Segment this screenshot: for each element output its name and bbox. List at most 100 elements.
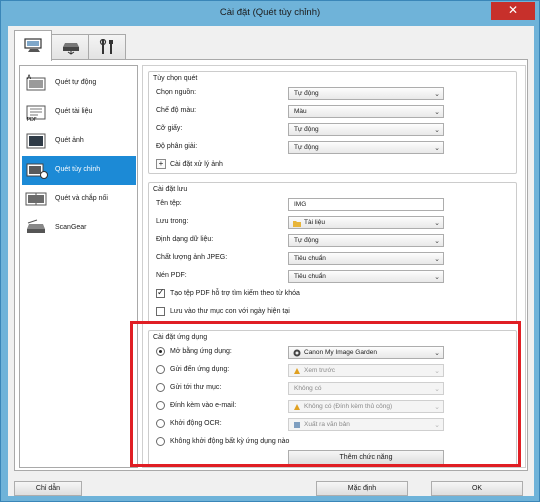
chevron-down-icon: ⌄ bbox=[434, 404, 440, 411]
data-format-value: Tự động bbox=[294, 237, 319, 244]
paper-size-value: Tự động bbox=[294, 126, 319, 133]
start-ocr-select[interactable]: Xuất ra văn bản ⌄ bbox=[288, 418, 444, 431]
paper-size-row: Cỡ giấy: Tự động ⌄ bbox=[156, 123, 511, 136]
tab-scan-settings[interactable] bbox=[14, 30, 52, 61]
chevron-down-icon: ⌄ bbox=[434, 350, 440, 357]
open-with-radio[interactable] bbox=[156, 347, 165, 356]
nav-item-scangear[interactable]: ScanGear bbox=[22, 214, 136, 243]
chevron-down-icon: ⌄ bbox=[434, 238, 440, 245]
nav-item-photo-scan[interactable]: Quét ảnh bbox=[22, 127, 136, 156]
attach-email-radio[interactable] bbox=[156, 401, 165, 410]
resolution-value: Tự động bbox=[294, 144, 319, 151]
jpeg-quality-select[interactable]: Tiêu chuẩn ⌄ bbox=[288, 252, 444, 265]
chevron-down-icon: ⌄ bbox=[434, 386, 440, 393]
save-in-row: Lưu trong: Tài liệu ⌄ bbox=[156, 216, 511, 229]
save-in-value: Tài liệu bbox=[304, 219, 325, 226]
file-name-input[interactable]: IMG bbox=[288, 198, 444, 211]
send-to-app-row: Gửi đến ứng dụng: Xem trước ⌄ bbox=[156, 364, 511, 377]
data-format-row: Định dạng dữ liệu: Tự động ⌄ bbox=[156, 234, 511, 247]
save-in-select[interactable]: Tài liệu ⌄ bbox=[288, 216, 444, 229]
attach-email-label: Đính kèm vào e-mail: bbox=[170, 402, 237, 409]
jpeg-quality-value: Tiêu chuẩn bbox=[294, 255, 326, 262]
email-app-icon bbox=[294, 404, 300, 410]
pdf-compression-row: Nén PDF: Tiêu chuẩn ⌄ bbox=[156, 270, 511, 283]
ok-button[interactable]: OK bbox=[431, 481, 523, 496]
settings-panel: A Quét tự động PDF Quét tài liệu Quét ản… bbox=[14, 59, 528, 471]
open-with-label: Mở bằng ứng dụng: bbox=[170, 348, 232, 355]
send-to-folder-select[interactable]: Không có ⌄ bbox=[288, 382, 444, 395]
start-ocr-row: Khởi động OCR: Xuất ra văn bản ⌄ bbox=[156, 418, 511, 431]
save-settings-group: Cài đặt lưu Tên tệp: IMG Lưu trong: Tài … bbox=[148, 182, 517, 323]
nav-item-label: Quét và chắp nối bbox=[55, 195, 108, 202]
photo-scan-icon bbox=[26, 133, 46, 149]
save-subfolder-checkbox[interactable] bbox=[156, 307, 165, 316]
scanner-icon bbox=[63, 43, 79, 55]
paper-size-select[interactable]: Tự động ⌄ bbox=[288, 123, 444, 136]
no-app-radio[interactable] bbox=[156, 437, 165, 446]
nav-item-stitch-scan[interactable]: Quét và chắp nối bbox=[22, 185, 136, 214]
send-to-folder-value: Không có bbox=[294, 385, 322, 392]
window-title: Cài đặt (Quét tùy chỉnh) bbox=[219, 7, 321, 18]
save-subfolder-label: Lưu vào thư mục con với ngày hiện tại bbox=[170, 308, 290, 315]
scan-options-group: Tùy chọn quét Chọn nguồn: Tự động ⌄ Chế đ… bbox=[148, 71, 517, 174]
defaults-button[interactable]: Mặc định bbox=[316, 481, 408, 496]
chevron-down-icon: ⌄ bbox=[434, 422, 440, 429]
start-ocr-radio[interactable] bbox=[156, 419, 165, 428]
send-to-app-select[interactable]: Xem trước ⌄ bbox=[288, 364, 444, 377]
file-name-value: IMG bbox=[294, 201, 307, 208]
expand-icon[interactable]: + bbox=[156, 159, 166, 169]
tab-general-settings[interactable] bbox=[88, 34, 126, 60]
nav-item-label: Quét tài liệu bbox=[55, 108, 93, 115]
scangear-icon bbox=[27, 219, 45, 233]
scan-settings-icon bbox=[24, 38, 42, 52]
chevron-down-icon: ⌄ bbox=[434, 274, 440, 281]
chevron-down-icon: ⌄ bbox=[434, 91, 440, 98]
custom-scan-icon bbox=[26, 163, 48, 179]
attach-email-value: Không có (Đính kèm thủ công) bbox=[304, 403, 393, 410]
searchable-pdf-checkbox[interactable] bbox=[156, 287, 165, 298]
tab-scanner-settings[interactable] bbox=[51, 34, 89, 60]
start-ocr-label: Khởi động OCR: bbox=[170, 420, 222, 427]
dialog-body: A Quét tự động PDF Quét tài liệu Quét ản… bbox=[8, 26, 534, 496]
send-to-app-radio[interactable] bbox=[156, 365, 165, 374]
close-button[interactable]: ✕ bbox=[491, 2, 535, 20]
chevron-down-icon: ⌄ bbox=[434, 145, 440, 152]
nav-item-label: Quét tùy chỉnh bbox=[55, 166, 101, 173]
paper-size-label: Cỡ giấy: bbox=[156, 125, 183, 132]
preview-app-icon bbox=[294, 368, 300, 374]
source-value: Tự động bbox=[294, 90, 319, 97]
open-with-row: Mở bằng ứng dụng: Canon My Image Garden ⌄ bbox=[156, 346, 511, 359]
image-garden-icon bbox=[293, 349, 301, 357]
data-format-label: Định dạng dữ liệu: bbox=[156, 236, 214, 243]
file-name-row: Tên tệp: IMG bbox=[156, 198, 511, 211]
color-mode-row: Chế độ màu: Màu ⌄ bbox=[156, 105, 511, 118]
open-with-value: Canon My Image Garden bbox=[304, 349, 377, 356]
add-function-button[interactable]: Thêm chức năng bbox=[288, 450, 444, 465]
app-settings-group: Cài đặt ứng dụng Mở bằng ứng dụng: Canon… bbox=[148, 330, 517, 466]
send-to-folder-radio[interactable] bbox=[156, 383, 165, 392]
attach-email-select[interactable]: Không có (Đính kèm thủ công) ⌄ bbox=[288, 400, 444, 413]
resolution-label: Độ phân giải: bbox=[156, 143, 198, 150]
no-app-label: Không khởi động bất kỳ ứng dụng nào bbox=[170, 438, 290, 445]
data-format-select[interactable]: Tự động ⌄ bbox=[288, 234, 444, 247]
auto-scan-icon: A bbox=[26, 74, 46, 91]
color-mode-value: Màu bbox=[294, 108, 307, 115]
document-scan-icon: PDF bbox=[26, 105, 46, 122]
pdf-compression-select[interactable]: Tiêu chuẩn ⌄ bbox=[288, 270, 444, 283]
color-mode-select[interactable]: Màu ⌄ bbox=[288, 105, 444, 118]
resolution-select[interactable]: Tự động ⌄ bbox=[288, 141, 444, 154]
stitch-scan-icon bbox=[25, 192, 47, 206]
nav-item-label: ScanGear bbox=[55, 224, 87, 231]
nav-item-auto-scan[interactable]: A Quét tự động bbox=[22, 69, 136, 98]
nav-item-custom-scan[interactable]: Quét tùy chỉnh bbox=[22, 156, 136, 185]
file-name-label: Tên tệp: bbox=[156, 200, 182, 207]
instructions-button[interactable]: Chỉ dẫn bbox=[14, 481, 82, 496]
source-select[interactable]: Tự động ⌄ bbox=[288, 87, 444, 100]
pdf-compression-label: Nén PDF: bbox=[156, 272, 187, 279]
open-with-select[interactable]: Canon My Image Garden ⌄ bbox=[288, 346, 444, 359]
settings-scroll-area: Tùy chọn quét Chọn nguồn: Tự động ⌄ Chế đ… bbox=[142, 65, 526, 468]
nav-item-document-scan[interactable]: PDF Quét tài liệu bbox=[22, 98, 136, 127]
image-processing-row[interactable]: + Cài đặt xử lý ảnh bbox=[156, 159, 511, 172]
no-app-row: Không khởi động bất kỳ ứng dụng nào bbox=[156, 436, 511, 449]
jpeg-quality-label: Chất lượng ảnh JPEG: bbox=[156, 254, 228, 261]
